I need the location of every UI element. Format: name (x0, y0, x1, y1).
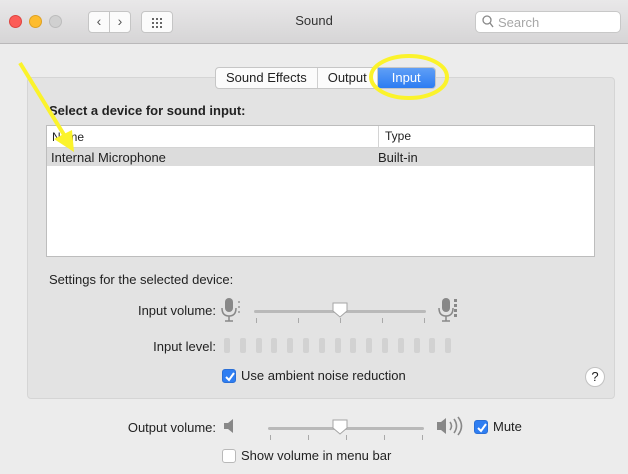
column-header-type[interactable]: Type (378, 126, 411, 147)
show-volume-menu-bar-label: Show volume in menu bar (241, 448, 392, 463)
input-level-label: Input level: (153, 339, 216, 354)
checkmark-icon (477, 423, 487, 433)
level-bar (287, 338, 294, 353)
tab-sound-effects[interactable]: Sound Effects (216, 68, 318, 88)
slider-tick (424, 318, 425, 323)
level-bar (413, 338, 420, 353)
search-field[interactable]: Search (475, 11, 621, 33)
back-button[interactable]: ‹ (88, 11, 110, 33)
slider-tick (308, 435, 309, 440)
table-header: Name Type (47, 126, 594, 148)
output-volume-label: Output volume: (127, 420, 216, 435)
level-bar (303, 338, 309, 353)
microphone-high-icon (438, 298, 457, 322)
tab-input[interactable]: Input (377, 68, 435, 88)
slider-tick (384, 435, 385, 440)
level-bar (255, 338, 262, 353)
show-volume-menu-bar-checkbox[interactable] (222, 449, 236, 463)
level-bar (397, 338, 404, 353)
input-volume-label: Input volume: (137, 303, 216, 318)
output-volume-knob[interactable] (332, 419, 348, 435)
tab-bar: Sound Effects Output Input (215, 67, 436, 89)
ambient-noise-checkbox[interactable] (222, 369, 236, 383)
minimize-window-button[interactable] (29, 15, 42, 28)
level-bar (334, 338, 341, 353)
speaker-low-icon (224, 419, 233, 433)
slider-tick (382, 318, 383, 323)
checkmark-icon (225, 372, 235, 382)
input-volume-knob[interactable] (332, 302, 348, 318)
slider-tick (298, 318, 299, 323)
tab-output[interactable]: Output (318, 68, 378, 88)
slider-tick (422, 435, 423, 440)
column-header-name[interactable]: Name (52, 130, 84, 144)
mute-label: Mute (493, 419, 522, 434)
window-title: Sound (295, 13, 333, 28)
device-section-heading: Select a device for sound input: (49, 103, 246, 118)
show-all-grid-button[interactable] (141, 11, 173, 33)
level-bar (366, 338, 373, 353)
search-placeholder: Search (498, 15, 540, 30)
mute-checkbox[interactable] (474, 420, 488, 434)
level-bar (350, 338, 357, 353)
title-bar: ‹ › Sound Search (0, 0, 628, 44)
level-bar (429, 338, 436, 353)
search-icon (482, 15, 494, 28)
slider-tick (346, 435, 347, 440)
level-bar (239, 338, 246, 353)
level-bar (318, 338, 325, 353)
help-button[interactable]: ? (585, 367, 605, 387)
microphone-low-icon (221, 298, 240, 322)
table-row[interactable]: Internal Microphone Built-in (47, 148, 594, 166)
device-name-cell: Internal Microphone (51, 150, 166, 165)
level-bar (271, 338, 278, 353)
forward-button[interactable]: › (109, 11, 131, 33)
zoom-window-button[interactable] (49, 15, 62, 28)
slider-tick (256, 318, 257, 323)
level-bar (224, 338, 230, 353)
slider-tick (270, 435, 271, 440)
close-window-button[interactable] (9, 15, 22, 28)
slider-tick (340, 318, 341, 323)
level-bar (382, 338, 388, 353)
speaker-high-icon (437, 416, 463, 436)
ambient-noise-label: Use ambient noise reduction (241, 368, 406, 383)
level-bar (445, 338, 452, 353)
device-table[interactable]: Name Type Internal Microphone Built-in (46, 125, 595, 257)
settings-heading: Settings for the selected device: (49, 272, 234, 287)
device-type-cell: Built-in (378, 150, 418, 165)
